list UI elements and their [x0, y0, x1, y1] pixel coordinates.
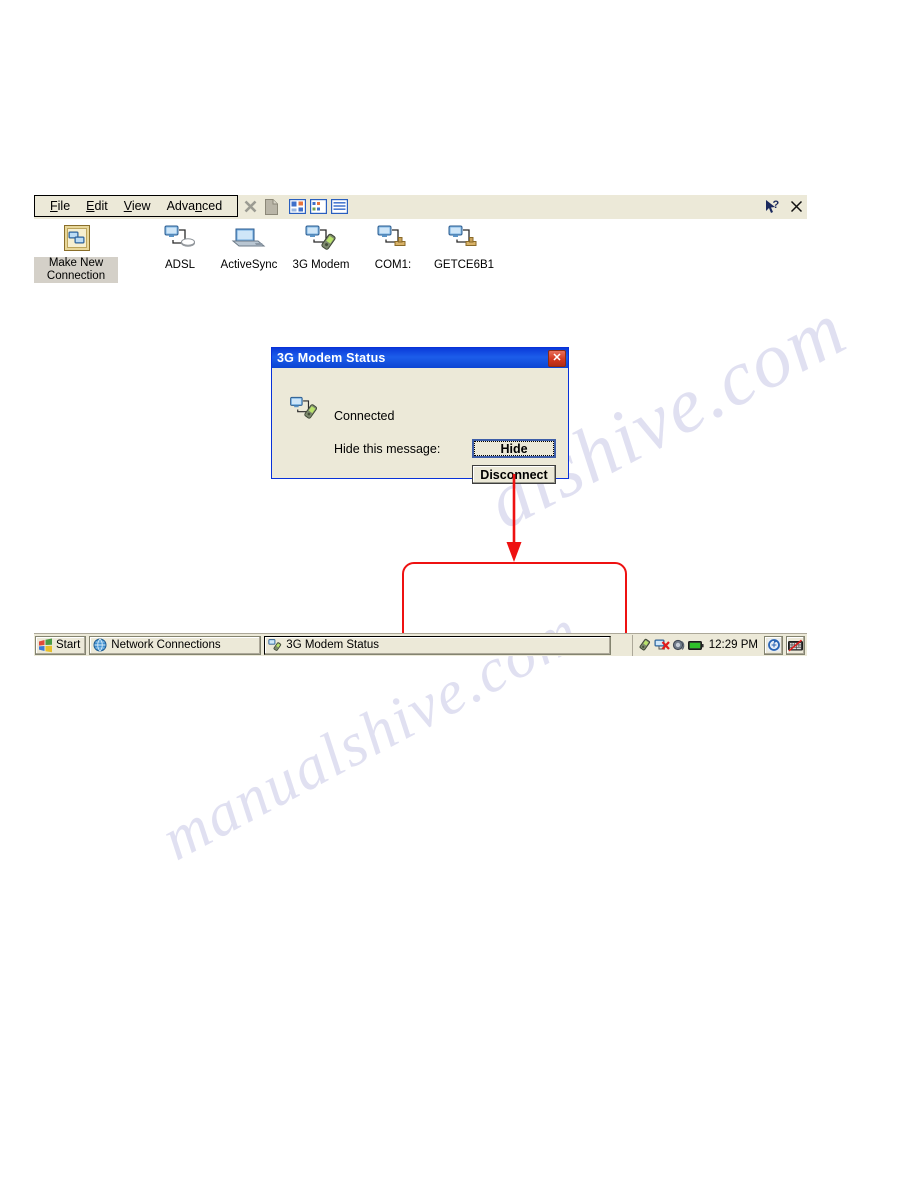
- hide-button-label: Hide: [474, 441, 554, 456]
- taskbar-item-network-connections[interactable]: Network Connections: [89, 635, 262, 655]
- close-button[interactable]: [786, 197, 807, 217]
- details-view-button[interactable]: [330, 197, 349, 216]
- annotation-arrow: [505, 474, 523, 566]
- page-icon: [265, 198, 278, 215]
- taskbar-item-label: Network Connections: [111, 639, 221, 651]
- menu-item-advanced[interactable]: Advanced: [159, 196, 231, 216]
- connection-item-label: ADSL: [164, 259, 196, 271]
- hide-button[interactable]: Hide: [472, 439, 556, 458]
- start-button[interactable]: Start: [35, 635, 87, 655]
- menu-bar: File Edit View Advanced: [34, 195, 239, 217]
- help-arrow-icon: ?: [766, 199, 780, 213]
- small-icons-icon: [310, 199, 327, 214]
- toolbar: [240, 195, 350, 218]
- delete-button[interactable]: [241, 197, 260, 216]
- network-connections-window: File Edit View Advanced ?: [34, 195, 807, 219]
- large-icons-view-button[interactable]: [288, 197, 307, 216]
- dialog-title-bar[interactable]: 3G Modem Status ✕: [272, 348, 568, 368]
- windows-flag-icon: [39, 638, 52, 652]
- taskbar-item-3g-modem-status[interactable]: 3G Modem Status: [264, 635, 612, 655]
- connection-item-getce6b1[interactable]: GETCE6B1: [422, 221, 506, 273]
- connections-icon-view: Make New Connection ADSL ActiveSync 3G M…: [34, 221, 807, 283]
- keyboard-icon: [788, 639, 803, 651]
- close-icon: [790, 200, 803, 213]
- details-icon: [331, 199, 348, 214]
- new-connection-icon: [34, 221, 118, 255]
- serial-connection-icon: [422, 221, 506, 255]
- modem-tray-icon[interactable]: [637, 638, 652, 652]
- annotation-callout-box: [402, 562, 627, 644]
- menu-item-edit[interactable]: Edit: [78, 196, 116, 216]
- taskbar: Start Network Connections 3G Modem Statu…: [34, 633, 807, 656]
- close-icon: ✕: [552, 352, 562, 364]
- large-icons-icon: [289, 199, 306, 214]
- help-button[interactable]: ?: [762, 197, 783, 217]
- connection-item-label: ActiveSync: [220, 259, 278, 271]
- dialog-close-button[interactable]: ✕: [548, 350, 566, 367]
- system-tray: 12:29 PM: [631, 634, 807, 656]
- start-button-label: Start: [56, 639, 81, 651]
- dialog-body: Connected Hide this message: Hide Discon…: [272, 368, 568, 484]
- cellular-modem-icon: [287, 393, 321, 427]
- keyboard-tray-button[interactable]: [786, 635, 805, 655]
- modem-status-dialog: 3G Modem Status ✕ Connected Hide this me…: [271, 347, 569, 484]
- globe-icon: [93, 638, 107, 652]
- connection-item-label: COM1:: [374, 259, 412, 271]
- taskbar-clock[interactable]: 12:29 PM: [709, 639, 758, 651]
- x-icon: [244, 200, 257, 213]
- menu-item-file[interactable]: File: [42, 196, 78, 216]
- connection-item-label: Make New Connection: [34, 257, 118, 283]
- cellular-modem-icon: [268, 639, 282, 651]
- dialog-title: 3G Modem Status: [277, 351, 386, 365]
- refresh-circle-icon: [767, 638, 780, 652]
- sync-tray-button[interactable]: [764, 635, 783, 655]
- hide-message-label: Hide this message:: [334, 442, 441, 456]
- taskbar-item-label: 3G Modem Status: [286, 639, 379, 651]
- connection-item-make-new-connection[interactable]: Make New Connection: [34, 221, 118, 284]
- svg-text:?: ?: [773, 199, 780, 211]
- volume-tray-icon[interactable]: [672, 638, 686, 652]
- menu-item-view[interactable]: View: [116, 196, 159, 216]
- connection-item-label: 3G Modem: [292, 259, 350, 271]
- window-control-buttons: ?: [759, 195, 807, 218]
- connection-item-label: GETCE6B1: [433, 259, 495, 271]
- battery-tray-icon[interactable]: [687, 640, 704, 651]
- properties-button[interactable]: [262, 197, 281, 216]
- connection-status-text: Connected: [334, 409, 395, 423]
- network-disconnected-tray-icon[interactable]: [654, 638, 670, 652]
- small-icons-view-button[interactable]: [309, 197, 328, 216]
